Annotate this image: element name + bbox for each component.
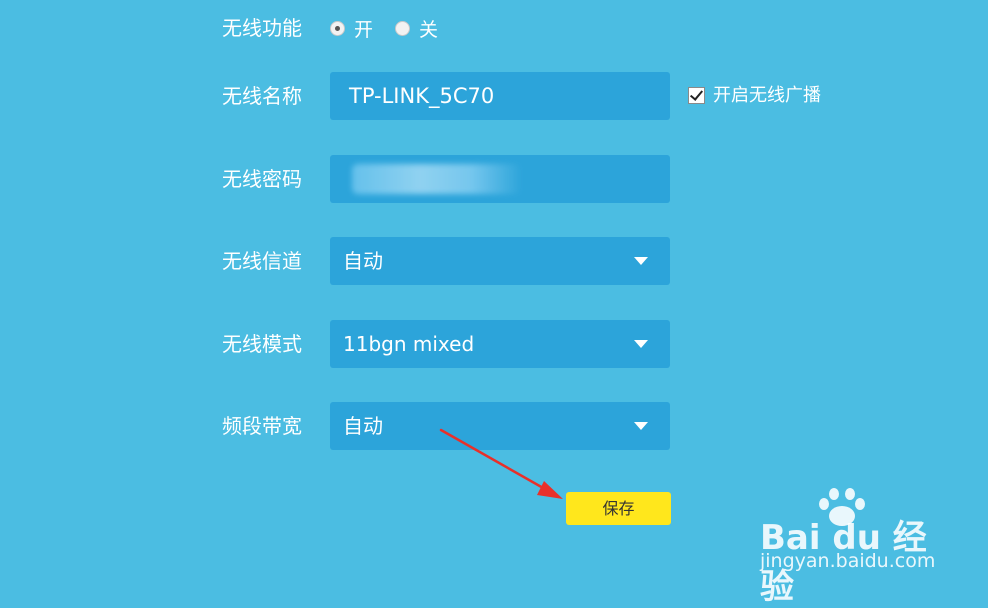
- wireless-off-radio[interactable]: [395, 20, 411, 36]
- channel-value: 自动: [343, 249, 383, 273]
- chevron-down-icon: [634, 422, 648, 430]
- wireless-off-label[interactable]: 关: [419, 15, 438, 42]
- channel-select[interactable]: 自动: [330, 237, 670, 285]
- wireless-function-radio-group: 开 关: [330, 15, 460, 41]
- password-label: 无线密码: [222, 167, 302, 191]
- bandwidth-select[interactable]: 自动: [330, 402, 670, 450]
- ssid-input[interactable]: TP-LINK_5C70: [330, 72, 670, 120]
- mode-label: 无线模式: [222, 332, 302, 356]
- mode-value: 11bgn mixed: [343, 332, 475, 356]
- wireless-on-label[interactable]: 开: [354, 15, 373, 42]
- chevron-down-icon: [634, 340, 648, 348]
- wireless-function-label: 无线功能: [222, 16, 302, 40]
- channel-label: 无线信道: [222, 249, 302, 273]
- mode-select[interactable]: 11bgn mixed: [330, 320, 670, 368]
- password-blur-mask: [352, 164, 522, 194]
- save-button[interactable]: 保存: [566, 492, 671, 525]
- broadcast-checkbox[interactable]: [688, 87, 705, 104]
- ssid-label: 无线名称: [222, 84, 302, 108]
- bandwidth-value: 自动: [343, 414, 383, 438]
- chevron-down-icon: [634, 257, 648, 265]
- wireless-on-radio[interactable]: [330, 20, 345, 36]
- broadcast-label[interactable]: 开启无线广播: [713, 85, 821, 107]
- password-input[interactable]: [330, 155, 670, 203]
- bandwidth-label: 频段带宽: [222, 414, 302, 438]
- watermark-url: jingyan.baidu.com: [760, 550, 936, 572]
- baidu-watermark: Bai du 经验 jingyan.baidu.com: [752, 484, 952, 607]
